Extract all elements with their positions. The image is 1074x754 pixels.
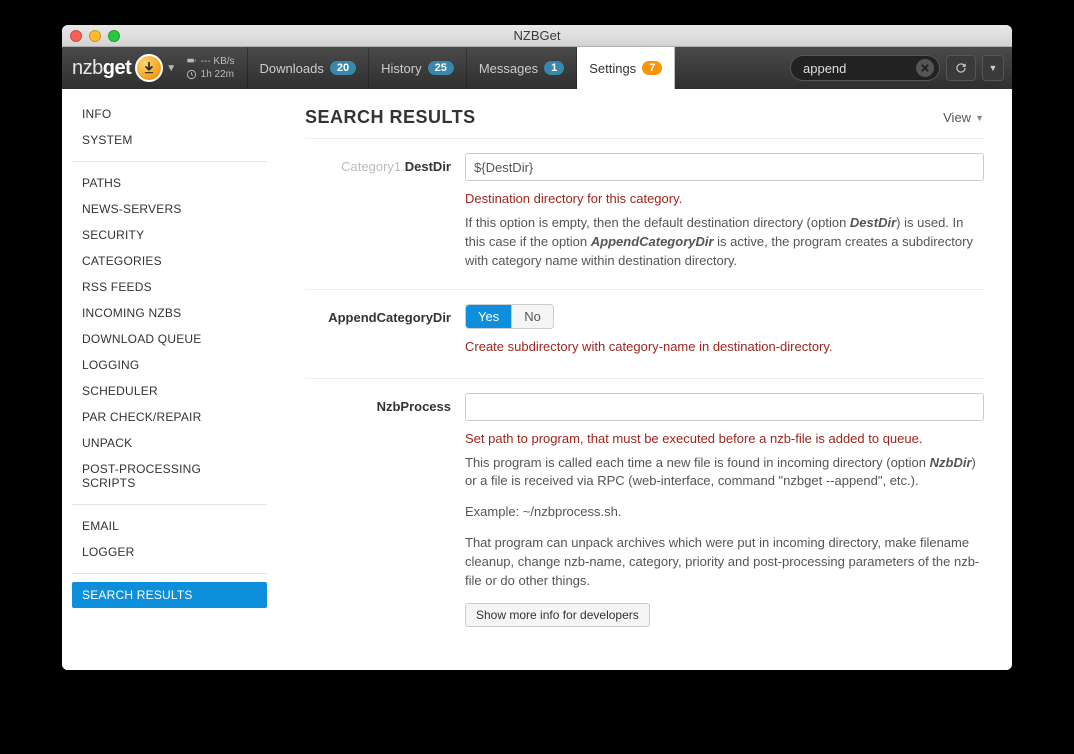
sidebar-item-post-processing-scripts[interactable]: POST-PROCESSING SCRIPTS: [72, 456, 267, 496]
sidebar-item-news-servers[interactable]: NEWS-SERVERS: [72, 196, 267, 222]
sidebar-divider: [72, 161, 267, 162]
destdir-input[interactable]: [465, 153, 984, 181]
search-clear-icon[interactable]: [916, 59, 934, 77]
sidebar-item-unpack[interactable]: UNPACK: [72, 430, 267, 456]
window-controls: [70, 30, 120, 42]
nzbprocess-help-body: This program is called each time a new f…: [465, 454, 984, 591]
navbar: nzbget ▼ --- KB/s 1h 22m Downloads 20 Hi…: [62, 47, 1012, 89]
view-label: View: [943, 110, 971, 125]
tab-messages-label: Messages: [479, 61, 538, 76]
sidebar-item-download-queue[interactable]: DOWNLOAD QUEUE: [72, 326, 267, 352]
chevron-down-icon: ▼: [989, 63, 998, 73]
minimize-button[interactable]: [89, 30, 101, 42]
sidebar: INFOSYSTEM PATHSNEWS-SERVERSSECURITYCATEG…: [62, 89, 277, 670]
app-window: NZBGet nzbget ▼ --- KB/s 1h 22m Download…: [62, 25, 1012, 670]
nav-tabs: Downloads 20 History 25 Messages 1 Setti…: [248, 47, 676, 89]
sidebar-item-par-check-repair[interactable]: PAR CHECK/REPAIR: [72, 404, 267, 430]
sidebar-item-rss-feeds[interactable]: RSS FEEDS: [72, 274, 267, 300]
field-destdir-label: Category1.DestDir: [305, 153, 465, 271]
main-header: SEARCH RESULTS View ▼: [305, 107, 984, 128]
tab-history[interactable]: History 25: [369, 47, 467, 89]
field-nzbprocess: NzbProcess Set path to program, that mus…: [305, 378, 984, 645]
brand-text-1: nzb: [72, 57, 103, 80]
status-speed-text: --- KB/s: [201, 56, 235, 67]
status-speed: --- KB/s: [186, 56, 235, 67]
brand-logo-icon: [135, 54, 163, 82]
destdir-help-primary: Destination directory for this category.: [465, 191, 984, 206]
appendcategorydir-toggle: Yes No: [465, 304, 554, 329]
field-destdir: Category1.DestDir Destination directory …: [305, 138, 984, 289]
destdir-help-body: If this option is empty, then the defaul…: [465, 214, 984, 271]
content: INFOSYSTEM PATHSNEWS-SERVERSSECURITYCATEG…: [62, 89, 1012, 670]
sidebar-divider: [72, 504, 267, 505]
tab-downloads-label: Downloads: [260, 61, 324, 76]
tab-downloads[interactable]: Downloads 20: [248, 47, 370, 89]
sidebar-item-categories[interactable]: CATEGORIES: [72, 248, 267, 274]
tab-settings[interactable]: Settings 7: [577, 47, 675, 89]
tab-history-badge: 25: [428, 61, 454, 75]
sidebar-item-paths[interactable]: PATHS: [72, 170, 267, 196]
tab-settings-badge: 7: [642, 61, 662, 75]
view-dropdown[interactable]: View ▼: [943, 110, 984, 125]
refresh-dropdown[interactable]: ▼: [982, 55, 1004, 81]
sidebar-item-logger[interactable]: LOGGER: [72, 539, 267, 565]
status-block[interactable]: --- KB/s 1h 22m: [182, 47, 248, 89]
tab-downloads-badge: 20: [330, 61, 356, 75]
refresh-icon: [954, 61, 968, 75]
status-time-text: 1h 22m: [201, 69, 234, 80]
show-more-button[interactable]: Show more info for developers: [465, 603, 650, 627]
tab-messages-badge: 1: [544, 61, 564, 75]
sidebar-item-search-results[interactable]: SEARCH RESULTS: [72, 582, 267, 608]
field-appendcategorydir: AppendCategoryDir Yes No Create subdirec…: [305, 289, 984, 378]
sidebar-item-system[interactable]: SYSTEM: [72, 127, 267, 153]
appendcategorydir-help-primary: Create subdirectory with category-name i…: [465, 339, 984, 354]
brand-text-2: get: [103, 57, 132, 80]
brand[interactable]: nzbget ▼: [62, 47, 182, 89]
main: SEARCH RESULTS View ▼ Category1.DestDir …: [277, 89, 1012, 670]
sidebar-item-scheduler[interactable]: SCHEDULER: [72, 378, 267, 404]
brand-dropdown-icon[interactable]: ▼: [166, 63, 175, 74]
tab-settings-label: Settings: [589, 61, 636, 76]
sidebar-item-logging[interactable]: LOGGING: [72, 352, 267, 378]
titlebar: NZBGet: [62, 25, 1012, 47]
nzbprocess-help-primary: Set path to program, that must be execut…: [465, 431, 984, 446]
clock-icon: [186, 69, 197, 80]
sidebar-divider: [72, 573, 267, 574]
sidebar-item-security[interactable]: SECURITY: [72, 222, 267, 248]
nav-right: ▼: [790, 47, 1012, 89]
tab-history-label: History: [381, 61, 421, 76]
status-time: 1h 22m: [186, 69, 235, 80]
search-wrap: [790, 55, 940, 81]
appendcategorydir-yes[interactable]: Yes: [466, 305, 512, 328]
nzbprocess-input[interactable]: [465, 393, 984, 421]
window-title: NZBGet: [62, 28, 1012, 43]
close-button[interactable]: [70, 30, 82, 42]
speed-icon: [186, 56, 197, 67]
appendcategorydir-no[interactable]: No: [512, 305, 553, 328]
tab-messages[interactable]: Messages 1: [467, 47, 577, 89]
maximize-button[interactable]: [108, 30, 120, 42]
field-appendcategorydir-label: AppendCategoryDir: [305, 304, 465, 360]
sidebar-item-incoming-nzbs[interactable]: INCOMING NZBS: [72, 300, 267, 326]
field-nzbprocess-label: NzbProcess: [305, 393, 465, 627]
sidebar-item-info[interactable]: INFO: [72, 101, 267, 127]
sidebar-item-email[interactable]: EMAIL: [72, 513, 267, 539]
refresh-button[interactable]: [946, 55, 976, 81]
page-title: SEARCH RESULTS: [305, 107, 476, 128]
chevron-down-icon: ▼: [975, 113, 984, 123]
